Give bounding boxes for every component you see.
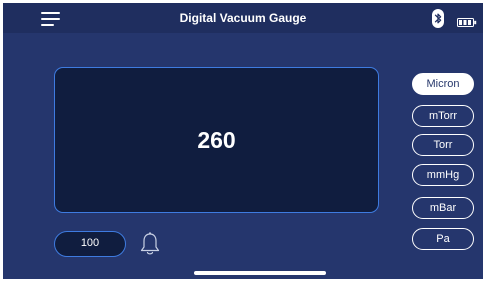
pressure-reading: 260 [197, 126, 236, 153]
unit-button-torr[interactable]: Torr [412, 134, 474, 156]
unit-button-micron[interactable]: Micron [412, 73, 474, 95]
pressure-display-panel: 260 [54, 67, 379, 213]
app-screen: Digital Vacuum Gauge 260 Micron mTorr To… [3, 3, 483, 279]
top-bar: Digital Vacuum Gauge [3, 3, 483, 33]
unit-button-mtorr[interactable]: mTorr [412, 105, 474, 127]
battery-icon [457, 14, 477, 27]
home-indicator[interactable] [194, 271, 326, 275]
bell-icon[interactable] [139, 231, 161, 257]
unit-button-pa[interactable]: Pa [412, 228, 474, 250]
alarm-setpoint-button[interactable]: 100 [54, 231, 126, 257]
bluetooth-icon [432, 9, 444, 28]
unit-button-mbar[interactable]: mBar [412, 197, 474, 219]
unit-button-mmhg[interactable]: mmHg [412, 164, 474, 186]
app-title: Digital Vacuum Gauge [179, 11, 307, 25]
